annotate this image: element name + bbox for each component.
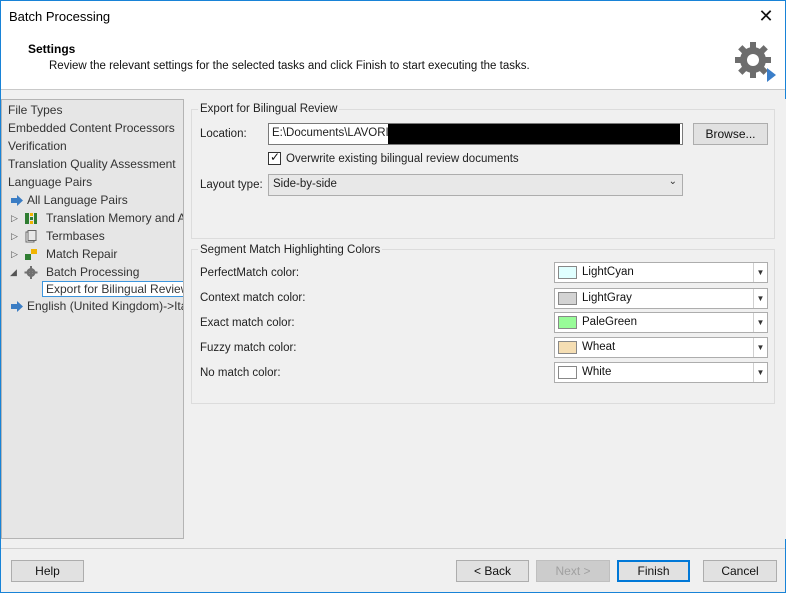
- color-name: PaleGreen: [582, 316, 637, 328]
- settings-panel: Export for Bilingual Review Location: E:…: [190, 99, 786, 539]
- tree-item-label: Language Pairs: [8, 175, 93, 189]
- tree-item-embedded-content[interactable]: Embedded Content Processors: [8, 120, 175, 137]
- next-button[interactable]: Next >: [536, 560, 610, 582]
- tree-item-label: Verification: [8, 139, 67, 153]
- tree-item-label: Translation Quality Assessment: [8, 157, 176, 171]
- settings-tree: File Types Embedded Content Processors V…: [1, 99, 184, 539]
- settings-header: Settings Review the relevant settings fo…: [1, 32, 785, 90]
- no-match-label: No match color:: [200, 367, 281, 379]
- browse-button[interactable]: Browse...: [693, 123, 768, 145]
- help-button[interactable]: Help: [11, 560, 84, 582]
- dropdown-arrow-icon[interactable]: ▼: [753, 363, 767, 382]
- dropdown-arrow-icon[interactable]: ▼: [753, 338, 767, 357]
- tree-item-label: Batch Processing: [46, 265, 140, 279]
- blue-arrow-icon: [11, 301, 23, 312]
- dropdown-arrow-icon[interactable]: ▼: [753, 313, 767, 332]
- tree-item-file-types[interactable]: File Types: [8, 102, 62, 119]
- blue-arrow-icon: [11, 195, 23, 206]
- expand-arrow-icon[interactable]: ▷: [11, 210, 18, 227]
- perfect-match-color-select[interactable]: LightCyan ▼: [554, 262, 768, 283]
- no-match-color-select[interactable]: White ▼: [554, 362, 768, 383]
- context-match-color-select[interactable]: LightGray ▼: [554, 288, 768, 309]
- tree-item-label: Termbases: [46, 229, 105, 243]
- translation-memory-icon: [25, 213, 37, 224]
- exact-match-color-select[interactable]: PaleGreen ▼: [554, 312, 768, 333]
- finish-button[interactable]: Finish: [617, 560, 690, 582]
- tree-item-verification[interactable]: Verification: [8, 138, 67, 155]
- tree-item-label: English (United Kingdom)->Ital: [27, 299, 184, 313]
- layout-type-value: Side-by-side: [273, 178, 337, 190]
- color-name: Wheat: [582, 341, 616, 353]
- overwrite-label: Overwrite existing bilingual review docu…: [286, 153, 519, 165]
- fuzzy-match-color-select[interactable]: Wheat ▼: [554, 337, 768, 358]
- page-description: Review the relevant settings for the sel…: [49, 60, 530, 72]
- location-label: Location:: [200, 128, 247, 140]
- fuzzy-match-label: Fuzzy match color:: [200, 342, 297, 354]
- collapse-arrow-icon[interactable]: ◢: [10, 264, 17, 281]
- tree-item-label: Embedded Content Processors: [8, 121, 175, 135]
- export-group-title: Export for Bilingual Review: [198, 103, 340, 115]
- color-swatch: [558, 292, 577, 305]
- color-swatch: [558, 341, 577, 354]
- footer-divider: [1, 548, 785, 549]
- termbase-icon: [25, 230, 37, 243]
- color-swatch: [558, 366, 577, 379]
- color-name: LightCyan: [582, 266, 634, 278]
- tree-item-language-pairs[interactable]: Language Pairs: [8, 174, 92, 191]
- gear-icon: [24, 266, 38, 279]
- tree-item-label: Match Repair: [46, 247, 118, 261]
- tree-item-export-bilingual-review[interactable]: Export for Bilingual Review: [42, 281, 183, 298]
- dropdown-arrow-icon[interactable]: ▼: [753, 289, 767, 308]
- back-button[interactable]: < Back: [456, 560, 529, 582]
- expand-arrow-icon[interactable]: ▷: [11, 228, 18, 245]
- dropdown-arrow-icon[interactable]: ▼: [753, 263, 767, 282]
- batch-processing-window: Batch Processing ✕ Settings Review the r…: [0, 0, 786, 593]
- color-name: LightGray: [582, 292, 632, 304]
- colors-group-title: Segment Match Highlighting Colors: [198, 244, 383, 256]
- location-value: E:\Documents\LAVORI\: [272, 127, 392, 139]
- title-bar: Batch Processing ✕: [1, 1, 785, 32]
- tree-item-label: All Language Pairs: [27, 193, 128, 207]
- layout-type-label: Layout type:: [200, 179, 263, 191]
- close-icon[interactable]: ✕: [755, 5, 777, 27]
- cancel-button[interactable]: Cancel: [703, 560, 777, 582]
- tree-item-label: Translation Memory and A: [46, 211, 184, 225]
- context-match-label: Context match color:: [200, 292, 306, 304]
- expand-arrow-icon[interactable]: ▷: [11, 246, 18, 263]
- overwrite-checkbox[interactable]: [268, 150, 281, 165]
- color-name: White: [582, 366, 612, 378]
- layout-type-select[interactable]: Side-by-side ⌄: [268, 174, 683, 196]
- page-title: Settings: [28, 42, 76, 56]
- perfect-match-label: PerfectMatch color:: [200, 267, 300, 279]
- gear-icon: [735, 42, 776, 82]
- match-repair-icon: [25, 249, 37, 260]
- color-swatch: [558, 316, 577, 329]
- tree-item-label: File Types: [8, 103, 63, 117]
- tree-item-translation-quality[interactable]: Translation Quality Assessment: [8, 156, 176, 173]
- tree-item-label: Export for Bilingual Review: [42, 281, 183, 297]
- chevron-down-icon: ⌄: [668, 176, 677, 187]
- redaction-bar: [388, 124, 680, 144]
- window-title: Batch Processing: [9, 9, 111, 24]
- exact-match-label: Exact match color:: [200, 317, 295, 329]
- color-swatch: [558, 266, 577, 279]
